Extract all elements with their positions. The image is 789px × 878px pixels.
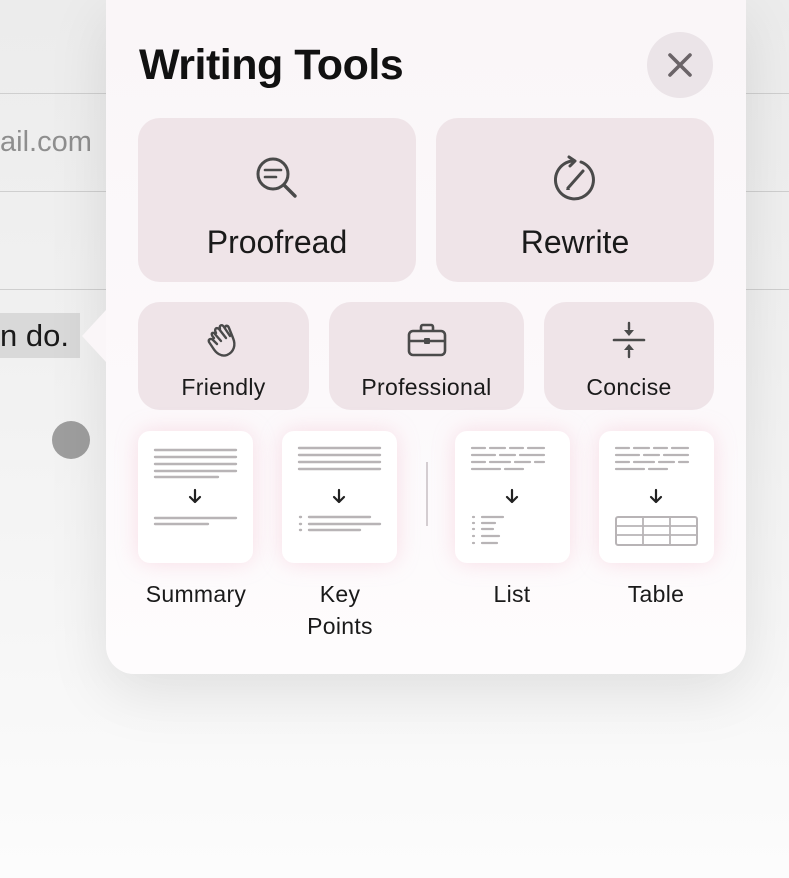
- waving-hand-icon: [207, 324, 236, 357]
- list-label: List: [493, 581, 531, 607]
- table-label: Table: [627, 581, 685, 607]
- table-doc-icon: [614, 446, 698, 546]
- key-points-label-line2: Points: [307, 613, 373, 639]
- key-points-button[interactable]: [282, 431, 397, 563]
- summary-label: Summary: [145, 581, 247, 607]
- rewrite-circle-icon: [553, 155, 595, 201]
- key-points-label: Key Points: [270, 578, 410, 642]
- professional-button[interactable]: Professional: [329, 302, 524, 410]
- magnifier-lines-icon: [256, 157, 297, 198]
- rewrite-button[interactable]: Rewrite: [436, 118, 714, 282]
- table-button[interactable]: [599, 431, 714, 563]
- briefcase-icon: [407, 323, 446, 357]
- concise-button[interactable]: Concise: [544, 302, 714, 410]
- key-points-doc-icon: [297, 446, 382, 532]
- key-points-label-line1: Key: [319, 581, 361, 607]
- transform-divider: [426, 462, 428, 526]
- proofread-label: Proofread: [206, 224, 348, 260]
- proofread-button[interactable]: Proofread: [138, 118, 416, 282]
- friendly-button[interactable]: Friendly: [138, 302, 309, 410]
- friendly-label: Friendly: [181, 374, 266, 400]
- rewrite-label: Rewrite: [520, 224, 630, 260]
- list-doc-icon: [470, 446, 546, 545]
- compress-arrows-icon: [612, 321, 646, 359]
- close-button[interactable]: [647, 32, 713, 98]
- selected-text[interactable]: n do.: [0, 313, 80, 358]
- popover-pointer: [82, 310, 106, 362]
- professional-label: Professional: [361, 374, 492, 400]
- xmark-icon: [668, 53, 692, 77]
- selection-handle[interactable]: [52, 421, 90, 459]
- popover-title: Writing Tools: [139, 41, 404, 89]
- list-button[interactable]: [455, 431, 570, 563]
- writing-tools-popover: Writing Tools Proofread Rewrite Friendly…: [82, 0, 746, 674]
- summary-button[interactable]: [138, 431, 253, 563]
- summary-doc-icon: [153, 448, 238, 526]
- email-field-value[interactable]: ail.com: [0, 122, 106, 162]
- concise-label: Concise: [586, 374, 672, 400]
